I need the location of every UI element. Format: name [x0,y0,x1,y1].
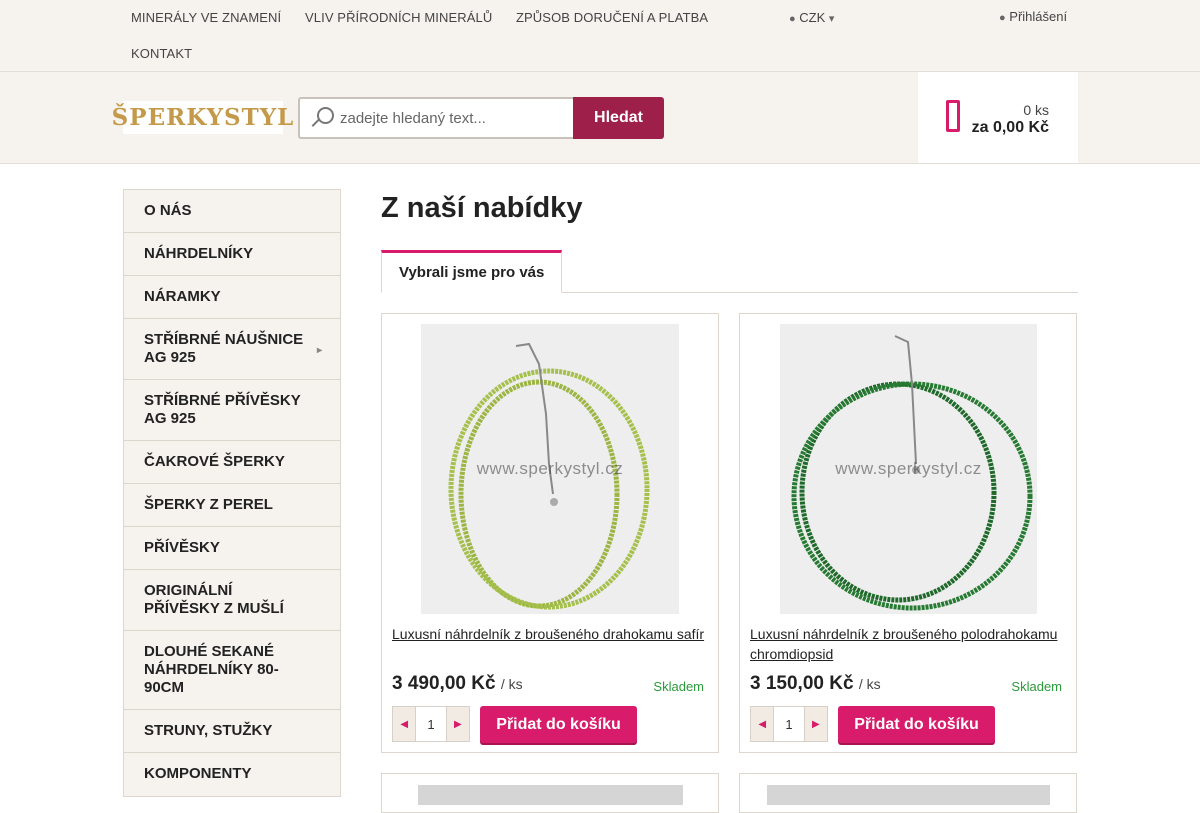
globe-icon: ● [789,13,796,25]
nav-link-kontakt[interactable]: KONTAKT [131,46,192,61]
login-label: Přihlášení [1009,9,1068,24]
add-to-cart-button[interactable]: Přidat do košíku [480,706,637,743]
product-image[interactable] [418,785,683,805]
cart-count: 0 ks [1023,102,1049,118]
currency-label: CZK [799,10,826,25]
add-to-cart-button[interactable]: Přidat do košíku [838,706,995,743]
quantity-input[interactable]: 1 [773,707,805,741]
cart-widget[interactable]: 0 ks za 0,00 Kč [918,72,1078,163]
sidebar-item-label: NÁRAMKY [144,288,221,305]
price-unit: / ks [500,676,523,692]
search-input[interactable] [340,109,560,127]
sidebar-item-label: PŘÍVĚSKY [144,539,220,556]
image-watermark: www.sperkystyl.cz [835,459,982,478]
chevron-down-icon: ▾ [828,13,835,25]
product-name-link[interactable]: Luxusní náhrdelník z broušeného polodrah… [750,624,1065,664]
sidebar-item-stribrne-privesky[interactable]: STŘÍBRNÉ PŘÍVĚSKY AG 925 [124,380,340,441]
sidebar-item-o-nas[interactable]: O NÁS [124,190,340,233]
sidebar-item-label: ŠPERKY Z PEREL [144,496,273,513]
nav-link-mineraly[interactable]: MINERÁLY VE ZNAMENÍ [131,10,281,25]
search-icon [310,106,334,130]
cart-total: za 0,00 Kč [971,119,1049,136]
price-value: 3 490,00 Kč [392,673,496,694]
decrease-quantity-button[interactable]: ◀ [393,707,416,741]
sidebar-item-label: STŘÍBRNÉ NÁUŠNICE AG 925 [144,331,304,366]
product-card [739,773,1077,813]
user-icon: ● [999,12,1006,24]
sidebar-item-label: O NÁS [144,202,192,219]
sidebar-item-naramky[interactable]: NÁRAMKY [124,276,340,319]
sidebar-item-originalni-privesky[interactable]: ORIGINÁLNÍ PŘÍVĚSKY Z MUŠLÍ [124,570,340,631]
page-title: Z naší nabídky [381,192,583,224]
sidebar-item-label: STŘÍBRNÉ PŘÍVĚSKY AG 925 [144,392,301,427]
price-unit: / ks [858,676,881,692]
sidebar-item-label: NÁHRDELNÍKY [144,245,254,262]
product-card: www.sperkystyl.cz Luxusní náhrdelník z b… [739,313,1077,753]
product-tabs: Vybrali jsme pro vás [381,250,1078,293]
sidebar-item-stribrne-nausnice[interactable]: STŘÍBRNÉ NÁUŠNICE AG 925 ▸ [124,319,340,380]
chevron-right-icon[interactable]: ▸ [317,342,322,360]
nav-link-vliv[interactable]: VLIV PŘÍRODNÍCH MINERÁLŮ [305,10,492,25]
sidebar-item-label: STRUNY, STUŽKY [144,722,273,739]
product-price: 3 150,00 Kč / ks [750,673,881,695]
search-box [298,97,574,139]
currency-selector[interactable]: ● CZK ▾ [789,10,834,25]
cart-icon [946,100,960,132]
product-card [381,773,719,813]
increase-quantity-button[interactable]: ▶ [446,707,469,741]
site-logo[interactable]: ŠPERKYSTYL [112,101,293,134]
product-card: www.sperkystyl.cz Luxusní náhrdelník z b… [381,313,719,753]
product-image[interactable]: www.sperkystyl.cz [421,324,679,614]
nav-link-doruceni[interactable]: ZPŮSOB DORUČENÍ A PLATBA [516,10,708,25]
image-watermark: www.sperkystyl.cz [476,459,624,478]
top-navigation-bar: MINERÁLY VE ZNAMENÍ VLIV PŘÍRODNÍCH MINE… [0,0,1200,72]
sidebar-item-struny-stuzky[interactable]: STRUNY, STUŽKY [124,710,340,753]
price-value: 3 150,00 Kč [750,673,854,694]
search-button[interactable]: Hledat [573,97,664,139]
sidebar-item-label: DLOUHÉ SEKANÉ NÁHRDELNÍKY 80-90CM [144,643,279,696]
quantity-input[interactable]: 1 [415,707,447,741]
quantity-stepper: ◀ 1 ▶ [392,706,470,742]
sidebar-item-privesky[interactable]: PŘÍVĚSKY [124,527,340,570]
decrease-quantity-button[interactable]: ◀ [751,707,774,741]
stock-status: Skladem [653,679,704,694]
login-link[interactable]: ● Přihlášení [999,9,1067,24]
increase-quantity-button[interactable]: ▶ [804,707,827,741]
sidebar-item-label: ČAKROVÉ ŠPERKY [144,453,285,470]
category-sidebar: O NÁS NÁHRDELNÍKY NÁRAMKY STŘÍBRNÉ NÁUŠN… [123,189,341,797]
tab-selected-for-you[interactable]: Vybrali jsme pro vás [381,250,563,293]
product-image[interactable]: www.sperkystyl.cz [780,324,1037,614]
sidebar-item-komponenty[interactable]: KOMPONENTY [124,753,340,796]
stock-status: Skladem [1011,679,1062,694]
product-image[interactable] [767,785,1050,805]
sidebar-item-nahrdelniky[interactable]: NÁHRDELNÍKY [124,233,340,276]
product-price: 3 490,00 Kč / ks [392,673,523,695]
sidebar-item-sperky-z-perel[interactable]: ŠPERKY Z PEREL [124,484,340,527]
quantity-stepper: ◀ 1 ▶ [750,706,828,742]
sidebar-item-dlouhe-nahrdelniky[interactable]: DLOUHÉ SEKANÉ NÁHRDELNÍKY 80-90CM [124,631,340,710]
product-name-link[interactable]: Luxusní náhrdelník z broušeného drahokam… [392,624,707,644]
site-header: ŠPERKYSTYL Hledat 0 ks za 0,00 Kč [0,72,1200,164]
sidebar-item-label: KOMPONENTY [144,765,252,782]
sidebar-item-cakrove-sperky[interactable]: ČAKROVÉ ŠPERKY [124,441,340,484]
sidebar-item-label: ORIGINÁLNÍ PŘÍVĚSKY Z MUŠLÍ [144,582,284,617]
